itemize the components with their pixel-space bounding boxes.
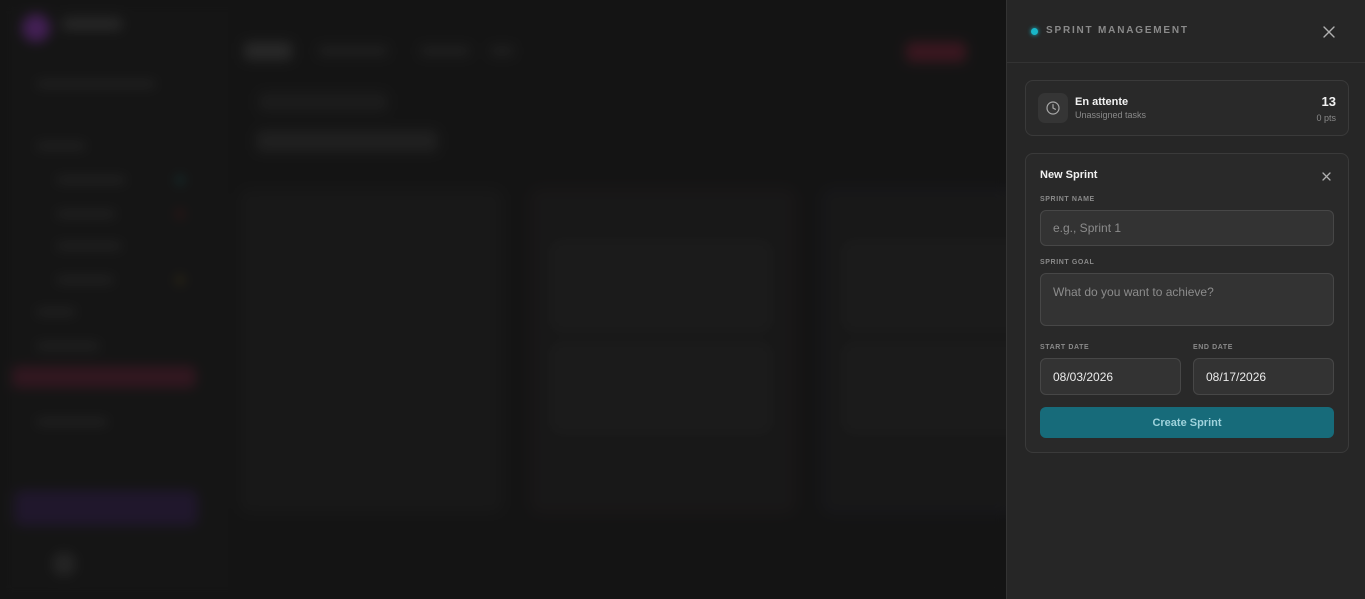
sprint-name-label: SPRINT NAME <box>1040 196 1095 203</box>
panel-title: SPRINT MANAGEMENT <box>1046 25 1189 36</box>
backlog-title: En attente <box>1075 96 1129 108</box>
new-sprint-form: New Sprint SPRINT NAME SPRINT GOAL START… <box>1025 153 1349 453</box>
backlog-task-count: 13 <box>1321 94 1336 109</box>
close-icon <box>1323 26 1335 38</box>
sprint-management-panel: SPRINT MANAGEMENT En attente Unassigned … <box>1006 0 1365 599</box>
background-app-blurred <box>0 0 1086 599</box>
panel-header: SPRINT MANAGEMENT <box>1007 0 1365 63</box>
background-logo <box>22 14 50 42</box>
backlog-points: 0 pts <box>1316 113 1336 123</box>
close-form-button[interactable] <box>1318 168 1334 184</box>
start-date-label: START DATE <box>1040 344 1090 351</box>
background-sidebar <box>0 0 222 599</box>
clock-icon <box>1046 101 1060 115</box>
end-date-label: END DATE <box>1193 344 1234 351</box>
clock-icon-container <box>1038 93 1068 123</box>
start-date-input[interactable]: 08/03/2026 <box>1040 358 1181 395</box>
sprint-goal-textarea[interactable] <box>1040 273 1334 326</box>
new-sprint-title: New Sprint <box>1040 169 1098 181</box>
backlog-summary-card[interactable]: En attente Unassigned tasks 13 0 pts <box>1025 80 1349 136</box>
end-date-input[interactable]: 08/17/2026 <box>1193 358 1334 395</box>
backlog-subtitle: Unassigned tasks <box>1075 110 1147 120</box>
close-panel-button[interactable] <box>1319 22 1339 42</box>
close-icon <box>1321 171 1331 181</box>
status-dot <box>1031 28 1038 35</box>
create-sprint-button[interactable]: Create Sprint <box>1040 407 1334 438</box>
sprint-name-input[interactable] <box>1040 210 1334 246</box>
sprint-goal-label: SPRINT GOAL <box>1040 259 1095 266</box>
